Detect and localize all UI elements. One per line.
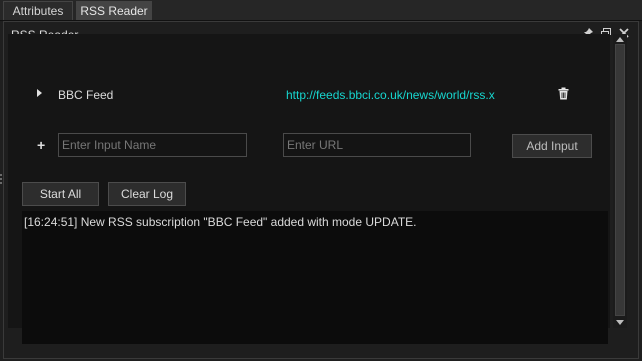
clear-log-button[interactable]: Clear Log (108, 182, 186, 206)
scroll-thumb[interactable] (615, 44, 625, 316)
scroll-down-arrow-icon[interactable] (616, 320, 624, 325)
tab-attributes[interactable]: Attributes (3, 1, 73, 20)
input-url-field[interactable] (283, 133, 471, 157)
tab-strip: Attributes RSS Reader (0, 0, 642, 21)
feed-url[interactable]: http://feeds.bbci.co.uk/news/world/rss.x (286, 88, 495, 102)
tab-rss-reader[interactable]: RSS Reader (76, 1, 152, 20)
add-input-button[interactable]: Add Input (512, 134, 592, 158)
start-all-button[interactable]: Start All (22, 182, 99, 206)
add-row-plus-icon: + (37, 137, 46, 153)
log-line: [16:24:51] New RSS subscription "BBC Fee… (24, 215, 417, 229)
input-name-field[interactable] (58, 133, 247, 157)
feed-name: BBC Feed (58, 88, 114, 102)
vertical-scrollbar[interactable] (613, 34, 627, 328)
scroll-up-arrow-icon[interactable] (616, 37, 624, 42)
log-output: [16:24:51] New RSS subscription "BBC Fee… (22, 211, 608, 344)
expand-arrow-icon[interactable] (37, 89, 42, 97)
trash-icon[interactable] (558, 87, 569, 100)
